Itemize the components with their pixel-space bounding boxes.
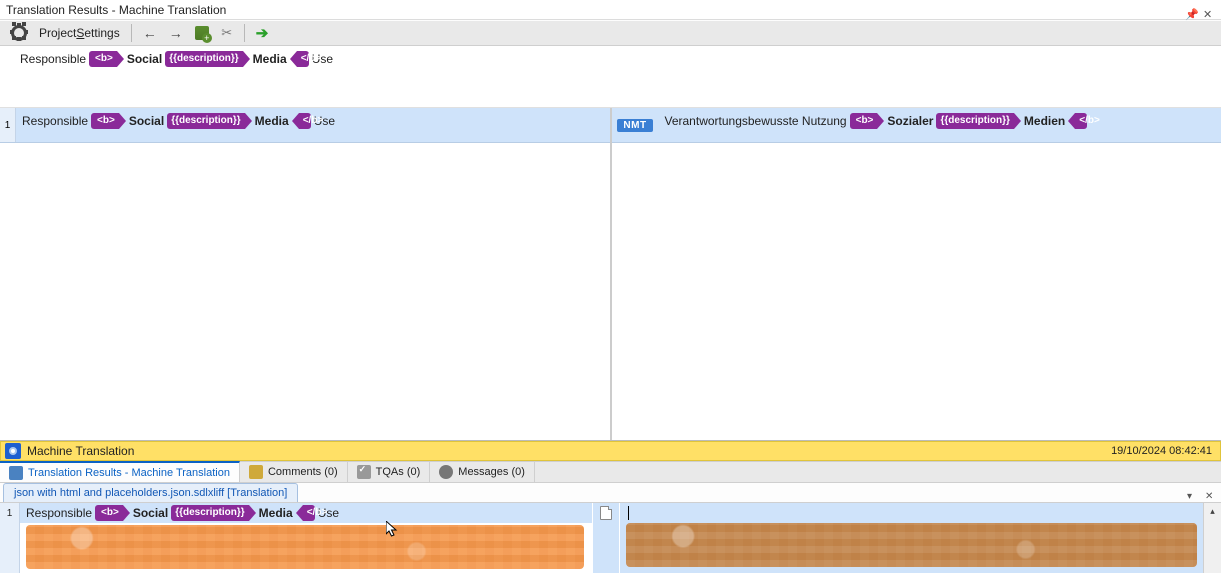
inline-tag[interactable]: {{description}} — [936, 113, 1013, 129]
result-source-tokens: Responsible <b> Social{{description}} Medi… — [22, 112, 335, 130]
result-row[interactable]: 1 Responsible <b> Social{{description}} Me… — [0, 108, 610, 143]
tab-tqas[interactable]: TQAs (0) — [348, 462, 431, 482]
tab-label: Comments (0) — [268, 466, 338, 478]
text-token: Media — [255, 112, 289, 130]
tab-label: Translation Results - Machine Translatio… — [28, 467, 230, 479]
segment-status-icon[interactable] — [600, 506, 612, 520]
close-panel-icon[interactable] — [1203, 4, 1215, 16]
result-row[interactable]: NMT Verantwortungsbewusste Nutzung<b> Soz… — [612, 108, 1221, 143]
editor-source-column: Responsible <b> Social{{description}} Medi… — [20, 503, 592, 573]
text-token: Social — [129, 112, 164, 130]
text-token: Social — [127, 50, 162, 68]
gear-icon — [11, 25, 27, 41]
toolbar-separator — [244, 24, 245, 42]
toolbar: Project Settings ← → ➔ — [0, 20, 1221, 46]
inline-tag[interactable]: </b> — [299, 113, 311, 129]
arrow-left-icon: ← — [143, 25, 157, 41]
results-source-column: 1 Responsible <b> Social{{description}} Me… — [0, 108, 610, 440]
translation-results-grid: 1 Responsible <b>Social{{description}}Me… — [0, 108, 1221, 441]
inline-tag[interactable]: <b> — [95, 505, 123, 521]
inline-tag[interactable]: </b> — [297, 51, 309, 67]
scissors-icon — [221, 25, 232, 41]
document-tab-row: json with html and placeholders.json.sdl… — [0, 483, 1221, 503]
tqa-icon — [357, 465, 371, 479]
project-settings-button[interactable] — [6, 22, 32, 44]
document-tab[interactable]: json with html and placeholders.json.sdl… — [3, 483, 298, 502]
inline-tag[interactable]: <b> — [850, 113, 878, 129]
mt-status-bar: Machine Translation 19/10/2024 08:42:41 — [0, 441, 1221, 461]
text-token: Social — [133, 504, 168, 522]
nav-next-button[interactable]: → — [164, 22, 188, 44]
inline-tag[interactable]: <b> — [89, 51, 117, 67]
mt-provider-label: Machine Translation — [27, 444, 134, 458]
text-token: Media — [253, 50, 287, 68]
result-target-tokens: Verantwortungsbewusste Nutzung<b> Soziale… — [665, 112, 1088, 130]
bottom-tabs: Translation Results - Machine Translatio… — [0, 461, 1221, 483]
hidden-content-placeholder — [626, 523, 1198, 567]
inline-tag[interactable]: </b> — [303, 505, 315, 521]
source-preview: Responsible <b> Social{{description}} Medi… — [0, 46, 1221, 108]
editor-status-column — [592, 503, 620, 573]
nav-prev-button[interactable]: ← — [138, 22, 162, 44]
editor-source-cell[interactable]: Responsible <b> Social{{description}} Medi… — [20, 503, 592, 523]
text-token: Verantwortungsbewusste Nutzung — [665, 112, 847, 130]
tab-messages[interactable]: Messages (0) — [430, 462, 535, 482]
text-cursor — [628, 506, 629, 520]
text-token: Responsible — [26, 504, 92, 522]
text-token: Responsible — [22, 112, 88, 130]
add-tm-button[interactable] — [190, 22, 214, 44]
editor-gutter: 1 — [0, 503, 20, 573]
mt-timestamp: 19/10/2024 08:42:41 — [1111, 445, 1212, 457]
editor-scrollbar[interactable]: ▴ — [1203, 503, 1221, 573]
inline-tag[interactable]: {{description}} — [171, 505, 248, 521]
editor-segment-number: 1 — [0, 503, 19, 523]
inline-tag[interactable]: {{description}} — [165, 51, 242, 67]
source-preview-tokens: Responsible <b> Social{{description}} Medi… — [20, 50, 333, 68]
scroll-up-icon[interactable]: ▴ — [1205, 503, 1221, 519]
inline-tag[interactable]: </b> — [1075, 113, 1087, 129]
text-token: Media — [259, 504, 293, 522]
apply-arrow-icon: ➔ — [256, 24, 269, 42]
tab-comments[interactable]: Comments (0) — [240, 462, 348, 482]
text-token: Sozialer — [887, 112, 933, 130]
inline-tag[interactable]: {{description}} — [167, 113, 244, 129]
project-settings-label[interactable]: Project Settings — [34, 22, 125, 44]
apply-translation-button[interactable]: ➔ — [251, 22, 274, 44]
document-tab-dropdown-icon[interactable] — [1187, 488, 1197, 498]
panel-title: Translation Results - Machine Translatio… — [6, 0, 226, 20]
document-tab-close-icon[interactable] — [1205, 488, 1215, 498]
segment-editor: 1 Responsible <b> Social{{description}} Me… — [0, 503, 1221, 573]
inline-tag[interactable]: <b> — [91, 113, 119, 129]
panel-title-bar: Translation Results - Machine Translatio… — [0, 0, 1221, 20]
tab-label: TQAs (0) — [376, 466, 421, 478]
database-plus-icon — [195, 26, 209, 40]
pin-icon[interactable] — [1185, 4, 1197, 16]
text-token: Medien — [1024, 112, 1065, 130]
arrow-right-icon: → — [169, 25, 183, 41]
clear-button[interactable] — [216, 22, 238, 44]
mt-provider-icon — [5, 443, 21, 459]
tab-label: Messages (0) — [458, 466, 525, 478]
text-token: Responsible — [20, 50, 86, 68]
nmt-badge: NMT — [617, 119, 652, 132]
editor-source-tokens: Responsible <b> Social{{description}} Medi… — [26, 504, 339, 522]
tab-results[interactable]: Translation Results - Machine Translatio… — [0, 461, 240, 482]
toolbar-separator — [131, 24, 132, 42]
db-icon — [9, 466, 23, 480]
comment-icon — [249, 465, 263, 479]
msg-icon — [439, 465, 453, 479]
editor-target-cell[interactable] — [620, 503, 1204, 573]
results-target-column: NMT Verantwortungsbewusste Nutzung<b> Soz… — [610, 108, 1221, 440]
hidden-content-placeholder — [26, 525, 584, 569]
segment-number: 1 — [0, 108, 16, 142]
result-origin-cell: NMT — [612, 108, 659, 142]
